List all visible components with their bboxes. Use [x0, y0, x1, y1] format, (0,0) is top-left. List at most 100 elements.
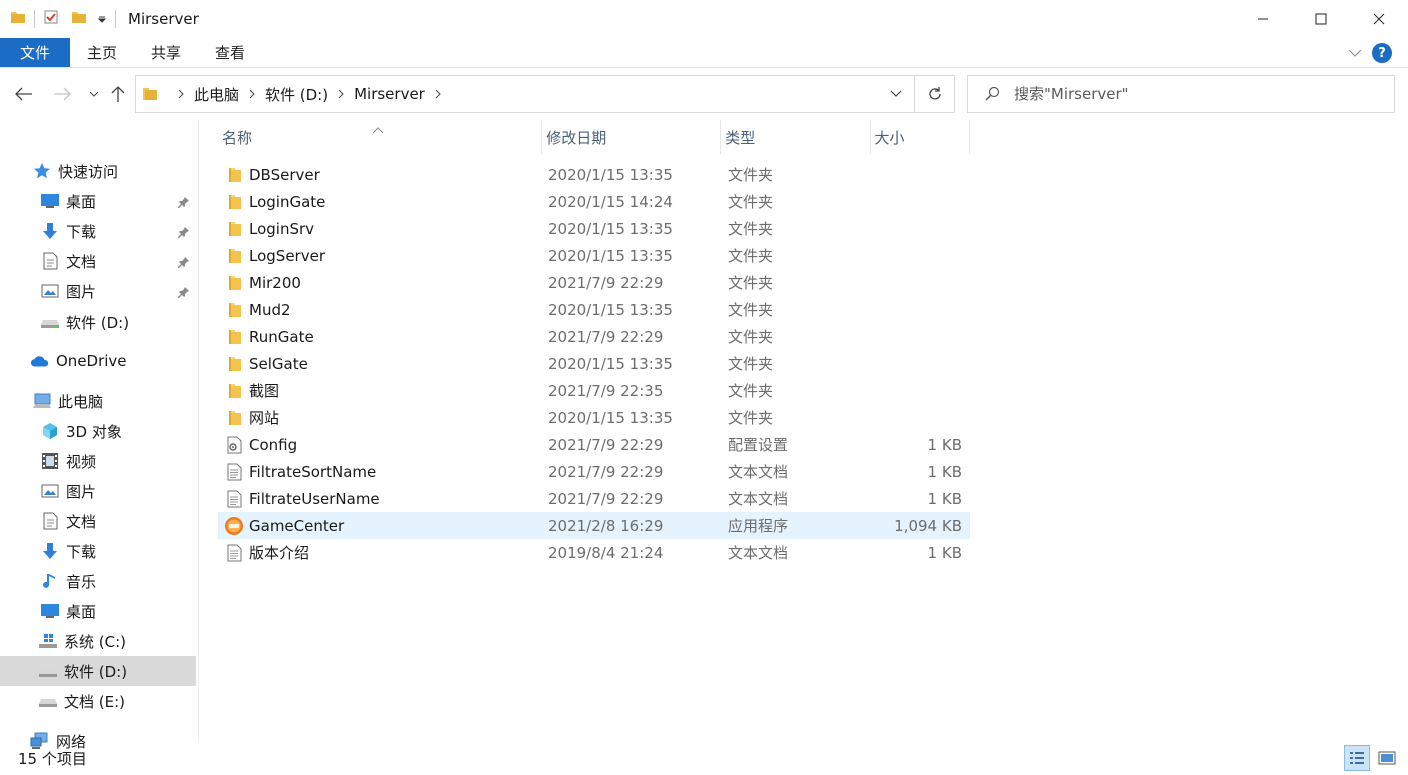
file-row[interactable]: Mir200 2021/7/9 22:29 文件夹	[218, 269, 970, 296]
address-bar[interactable]: 此电脑 软件 (D:) Mirserver	[135, 75, 915, 113]
sidebar-item[interactable]: 文档	[0, 506, 196, 536]
sidebar-item[interactable]: OneDrive	[0, 346, 196, 376]
recent-locations-button[interactable]	[82, 82, 106, 106]
column-header-name[interactable]: 名称	[218, 120, 543, 154]
sidebar-item[interactable]: 音乐	[0, 566, 196, 596]
file-type: 文本文档	[728, 544, 789, 562]
star-icon	[32, 161, 52, 181]
file-row[interactable]: LogServer 2020/1/15 13:35 文件夹	[218, 242, 970, 269]
up-button[interactable]	[106, 82, 130, 106]
back-button[interactable]	[12, 82, 36, 106]
file-row[interactable]: LoginGate 2020/1/15 14:24 文件夹	[218, 188, 970, 215]
file-size	[874, 269, 966, 296]
new-folder-icon[interactable]	[71, 9, 87, 29]
sidebar-item[interactable]: 桌面	[0, 596, 196, 626]
file-row[interactable]: Config 2021/7/9 22:29 配置设置 1 KB	[218, 431, 970, 458]
address-history-button[interactable]	[878, 76, 914, 112]
cube-icon	[40, 421, 60, 441]
sidebar-item[interactable]: 视频	[0, 446, 196, 476]
tab-file[interactable]: 文件	[0, 38, 70, 67]
sidebar-item[interactable]: 3D 对象	[0, 416, 196, 446]
column-header-size[interactable]: 大小	[871, 120, 970, 154]
document-icon	[40, 251, 60, 271]
sidebar-item-label: 桌面	[66, 192, 97, 211]
file-row[interactable]: LoginSrv 2020/1/15 13:35 文件夹	[218, 215, 970, 242]
file-row[interactable]: FiltrateUserName 2021/7/9 22:29 文本文档 1 KB	[218, 485, 970, 512]
pane-divider[interactable]	[198, 120, 199, 740]
help-button[interactable]: ?	[1372, 43, 1392, 63]
sidebar-item-label: 图片	[66, 282, 97, 301]
sidebar-item[interactable]: 系统 (C:)	[0, 626, 196, 656]
file-row[interactable]: 版本介绍 2019/8/4 21:24 文本文档 1 KB	[218, 539, 970, 566]
download-icon	[40, 221, 60, 241]
expand-ribbon-icon[interactable]	[1348, 44, 1362, 62]
sidebar-item[interactable]: 图片	[0, 476, 196, 506]
file-row[interactable]: Mud2 2020/1/15 13:35 文件夹	[218, 296, 970, 323]
file-list: DBServer 2020/1/15 13:35 文件夹 LoginGate 2020/…	[218, 161, 970, 566]
search-input[interactable]	[1014, 85, 1374, 103]
sidebar-item[interactable]: 下载	[0, 216, 196, 246]
sidebar-item[interactable]: 软件 (D:)	[0, 656, 196, 686]
file-row[interactable]: RunGate 2021/7/9 22:29 文件夹	[218, 323, 970, 350]
folder-icon	[10, 9, 26, 29]
tab-view[interactable]: 查看	[198, 38, 262, 67]
large-icons-view-button[interactable]	[1374, 745, 1400, 771]
breadcrumb-this-pc[interactable]: 此电脑	[194, 84, 239, 105]
sidebar-item[interactable]: 此电脑	[0, 386, 196, 416]
file-size	[874, 350, 966, 377]
file-name-cell: Config	[218, 431, 544, 458]
maximize-button[interactable]	[1292, 0, 1350, 38]
text-file-icon	[224, 543, 244, 563]
refresh-button[interactable]	[915, 75, 955, 113]
breadcrumb-mirserver[interactable]: Mirserver	[354, 85, 425, 103]
sidebar-item[interactable]: 文档	[0, 246, 196, 276]
details-view-button[interactable]	[1344, 745, 1370, 771]
download-icon	[40, 541, 60, 561]
pin-icon[interactable]	[178, 194, 190, 212]
text-file-icon	[224, 489, 244, 509]
file-date: 2019/8/4 21:24	[548, 543, 664, 562]
close-icon	[1373, 13, 1385, 25]
pin-icon[interactable]	[178, 284, 190, 302]
search-box[interactable]	[967, 75, 1395, 113]
chevron-right-icon[interactable]	[178, 85, 184, 103]
sidebar-item[interactable]: 快速访问	[0, 156, 196, 186]
cloud-icon	[30, 351, 50, 371]
properties-icon[interactable]	[43, 9, 59, 29]
customize-toolbar-icon[interactable]	[97, 10, 107, 28]
file-row[interactable]: FiltrateSortName 2021/7/9 22:29 文本文档 1 KB	[218, 458, 970, 485]
sidebar-item[interactable]: 下载	[0, 536, 196, 566]
column-header-type[interactable]: 类型	[721, 120, 871, 154]
pin-icon[interactable]	[178, 224, 190, 242]
chevron-right-icon[interactable]	[338, 85, 344, 103]
breadcrumb-drive-d[interactable]: 软件 (D:)	[265, 84, 328, 105]
forward-button[interactable]	[50, 82, 74, 106]
pin-icon[interactable]	[178, 254, 190, 272]
file-row[interactable]: SelGate 2020/1/15 13:35 文件夹	[218, 350, 970, 377]
file-type: 文件夹	[728, 166, 774, 184]
folder-icon	[142, 86, 158, 102]
tab-home[interactable]: 主页	[70, 38, 134, 67]
chevron-right-icon[interactable]	[435, 85, 441, 103]
chevron-right-icon[interactable]	[249, 85, 255, 103]
sidebar-item[interactable]: 桌面	[0, 186, 196, 216]
file-row[interactable]: DBServer 2020/1/15 13:35 文件夹	[218, 161, 970, 188]
computer-icon	[32, 391, 52, 411]
file-row[interactable]: 截图 2021/7/9 22:35 文件夹	[218, 377, 970, 404]
chevron-down-icon	[890, 90, 902, 97]
column-header-label: 名称	[222, 128, 253, 147]
sidebar-item[interactable]: 软件 (D:)	[0, 307, 196, 337]
sidebar-item-label: 软件 (D:)	[66, 313, 130, 332]
up-arrow-icon	[111, 86, 125, 102]
file-row[interactable]: GameCenter 2021/2/8 16:29 应用程序 1,094 KB	[218, 512, 970, 539]
column-header-date[interactable]: 修改日期	[542, 120, 722, 154]
text-file-icon	[224, 462, 244, 482]
file-row[interactable]: 网站 2020/1/15 13:35 文件夹	[218, 404, 970, 431]
tab-share[interactable]: 共享	[134, 38, 198, 67]
file-size: 1,094 KB	[894, 516, 962, 535]
close-button[interactable]	[1350, 0, 1408, 38]
sidebar-item[interactable]: 文档 (E:)	[0, 686, 196, 716]
sidebar-item-label: 文档 (E:)	[64, 692, 126, 711]
sidebar-item[interactable]: 图片	[0, 276, 196, 306]
minimize-button[interactable]	[1234, 0, 1292, 38]
